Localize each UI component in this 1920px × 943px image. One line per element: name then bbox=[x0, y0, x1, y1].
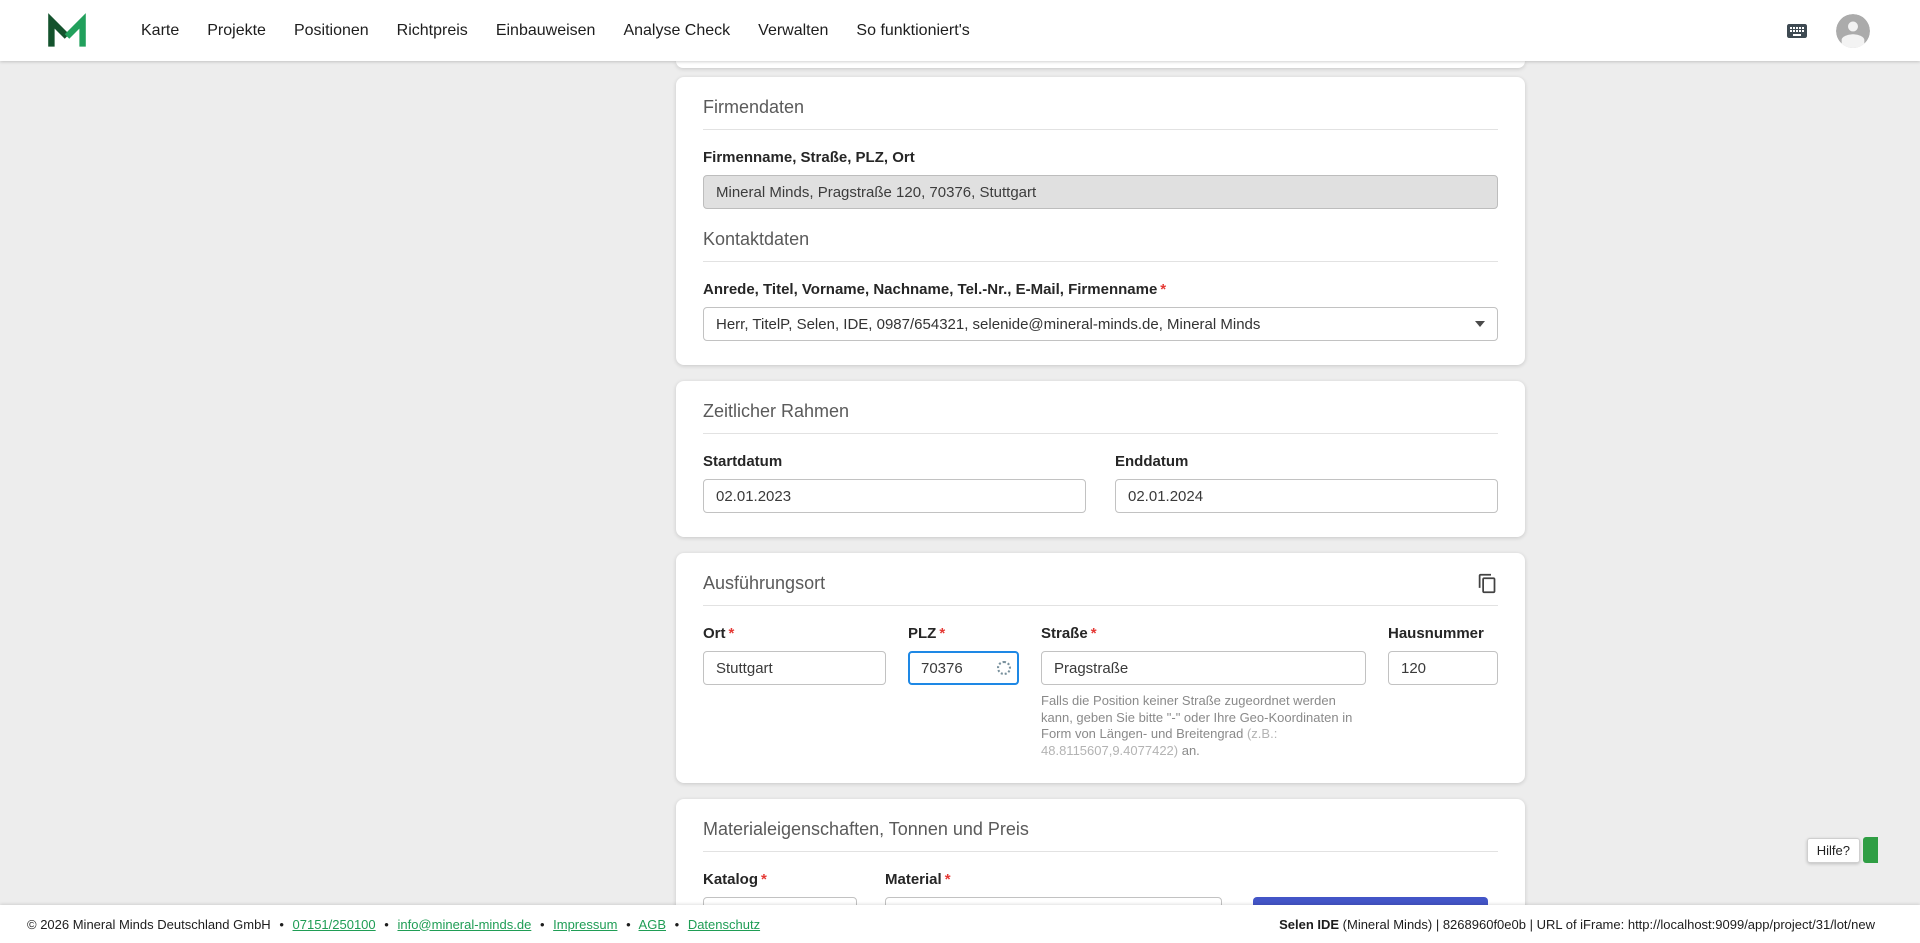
katalog-label: Katalog* bbox=[703, 871, 857, 889]
footer-session-info: Selen IDE (Mineral Minds) | 8268960f0e0b… bbox=[1279, 917, 1875, 932]
firmenname-label: Firmenname, Straße, PLZ, Ort bbox=[703, 149, 1498, 167]
main-nav: Karte Projekte Positionen Richtpreis Ein… bbox=[141, 22, 970, 40]
content-copy-icon[interactable] bbox=[1477, 573, 1498, 594]
nav-item-so-funktionierts[interactable]: So funktioniert's bbox=[856, 22, 969, 40]
form-column: Firmendaten Firmenname, Straße, PLZ, Ort… bbox=[676, 61, 1525, 905]
required-marker: * bbox=[945, 871, 951, 888]
material-title: Materialeigenschaften, Tonnen und Preis bbox=[703, 819, 1498, 852]
ort-label: Ort* bbox=[703, 625, 886, 643]
ausfuehrungsort-title: Ausführungsort bbox=[703, 573, 1477, 594]
page-content: Firmendaten Firmenname, Straße, PLZ, Ort… bbox=[0, 61, 1920, 905]
help-tooltip: Hilfe? bbox=[1807, 838, 1860, 863]
footer-iframe-url: (Mineral Minds) | 8268960f0e0b | URL of … bbox=[1339, 917, 1875, 932]
firmenname-input bbox=[703, 175, 1498, 209]
kontakt-select-value: Herr, TitelP, Selen, IDE, 0987/654321, s… bbox=[716, 316, 1260, 333]
startdatum-field: Startdatum bbox=[703, 434, 1086, 513]
katalog-label-text: Katalog bbox=[703, 871, 758, 888]
katalog-field: Katalog* MM | AVV bbox=[703, 852, 857, 905]
footer-impressum-link[interactable]: Impressum bbox=[553, 917, 617, 932]
required-marker: * bbox=[939, 625, 945, 642]
material-card: Materialeigenschaften, Tonnen und Preis … bbox=[676, 799, 1525, 905]
plz-field: PLZ* bbox=[908, 606, 1019, 685]
footer-left: © 2026 Mineral Minds Deutschland GmbH • … bbox=[27, 917, 760, 932]
firmendaten-title: Firmendaten bbox=[703, 97, 1498, 130]
hint-main-text: Falls die Position keiner Straße zugeord… bbox=[1041, 693, 1352, 741]
help-tab[interactable] bbox=[1863, 837, 1878, 863]
nav-item-karte[interactable]: Karte bbox=[141, 22, 179, 40]
kontaktdaten-title: Kontaktdaten bbox=[703, 229, 1498, 262]
strasse-hint: Falls die Position keiner Straße zugeord… bbox=[1041, 693, 1366, 759]
material-label: Material* bbox=[885, 871, 1222, 889]
ort-input[interactable] bbox=[703, 651, 886, 685]
strasse-input[interactable] bbox=[1041, 651, 1366, 685]
loading-spinner-icon bbox=[997, 661, 1011, 675]
navbar-right bbox=[1782, 14, 1870, 48]
startdatum-input[interactable] bbox=[703, 479, 1086, 513]
footer-app-name: Selen IDE bbox=[1279, 917, 1339, 932]
previous-card-bottom bbox=[676, 61, 1525, 68]
materialeigenschaften-bearbeiten-button[interactable]: Materialeigenschaften bearbeiten bbox=[1253, 897, 1488, 905]
ort-field: Ort* bbox=[703, 606, 886, 685]
enddatum-label: Enddatum bbox=[1115, 453, 1498, 471]
keyboard-icon[interactable] bbox=[1782, 19, 1812, 43]
ort-label-text: Ort bbox=[703, 625, 726, 642]
required-marker: * bbox=[761, 871, 767, 888]
nav-item-positionen[interactable]: Positionen bbox=[294, 22, 369, 40]
nav-item-projekte[interactable]: Projekte bbox=[207, 22, 266, 40]
help-widget: Hilfe? bbox=[1807, 837, 1878, 863]
footer-phone-link[interactable]: 07151/250100 bbox=[293, 917, 376, 932]
zeitlicher-rahmen-card: Zeitlicher Rahmen Startdatum Enddatum bbox=[676, 381, 1525, 537]
kontakt-label-text: Anrede, Titel, Vorname, Nachname, Tel.-N… bbox=[703, 281, 1157, 298]
nav-item-richtpreis[interactable]: Richtpreis bbox=[397, 22, 468, 40]
material-select[interactable]: 01 Abfälle, die beim Aufsuchen, Ausbeute… bbox=[885, 897, 1222, 905]
plz-label-text: PLZ bbox=[908, 625, 936, 642]
top-navbar: Karte Projekte Positionen Richtpreis Ein… bbox=[0, 0, 1920, 61]
material-field: Material* 01 Abfälle, die beim Aufsuchen… bbox=[885, 852, 1222, 905]
footer-agb-link[interactable]: AGB bbox=[639, 917, 666, 932]
chevron-down-icon bbox=[1475, 321, 1485, 327]
plz-label: PLZ* bbox=[908, 625, 1019, 643]
hausnummer-field: Hausnummer bbox=[1388, 606, 1498, 685]
nav-item-verwalten[interactable]: Verwalten bbox=[758, 22, 828, 40]
required-marker: * bbox=[1160, 281, 1166, 298]
zeitlicher-rahmen-title: Zeitlicher Rahmen bbox=[703, 401, 1498, 434]
footer-separator: • bbox=[384, 917, 389, 932]
footer-email-link[interactable]: info@mineral-minds.de bbox=[397, 917, 531, 932]
nav-item-einbauweisen[interactable]: Einbauweisen bbox=[496, 22, 596, 40]
strasse-label-text: Straße bbox=[1041, 625, 1088, 642]
required-marker: * bbox=[729, 625, 735, 642]
footer-separator: • bbox=[540, 917, 545, 932]
footer-separator: • bbox=[675, 917, 680, 932]
footer-copyright: © 2026 Mineral Minds Deutschland GmbH bbox=[27, 917, 271, 932]
hausnummer-label: Hausnummer bbox=[1388, 625, 1498, 643]
katalog-select[interactable]: MM | AVV bbox=[703, 897, 857, 905]
logo-m-icon bbox=[45, 9, 89, 53]
strasse-label: Straße* bbox=[1041, 625, 1366, 643]
enddatum-input[interactable] bbox=[1115, 479, 1498, 513]
ausfuehrungsort-card: Ausführungsort Ort* PLZ* bbox=[676, 553, 1525, 783]
firmenname-label-text: Firmenname, Straße, PLZ, Ort bbox=[703, 149, 915, 166]
kontakt-label: Anrede, Titel, Vorname, Nachname, Tel.-N… bbox=[703, 281, 1498, 299]
strasse-field: Straße* Falls die Position keiner Straße… bbox=[1041, 606, 1366, 759]
hint-end-text: an. bbox=[1178, 743, 1200, 758]
footer-datenschutz-link[interactable]: Datenschutz bbox=[688, 917, 760, 932]
footer-separator: • bbox=[279, 917, 284, 932]
footer: © 2026 Mineral Minds Deutschland GmbH • … bbox=[0, 905, 1920, 943]
material-label-text: Material bbox=[885, 871, 942, 888]
firmendaten-card: Firmendaten Firmenname, Straße, PLZ, Ort… bbox=[676, 77, 1525, 365]
hausnummer-input[interactable] bbox=[1388, 651, 1498, 685]
mineral-minds-logo-icon[interactable] bbox=[45, 9, 89, 53]
user-avatar-icon[interactable] bbox=[1836, 14, 1870, 48]
enddatum-field: Enddatum bbox=[1115, 434, 1498, 513]
kontakt-select[interactable]: Herr, TitelP, Selen, IDE, 0987/654321, s… bbox=[703, 307, 1498, 341]
required-marker: * bbox=[1091, 625, 1097, 642]
nav-item-analyse-check[interactable]: Analyse Check bbox=[623, 22, 730, 40]
footer-separator: • bbox=[626, 917, 631, 932]
startdatum-label: Startdatum bbox=[703, 453, 1086, 471]
